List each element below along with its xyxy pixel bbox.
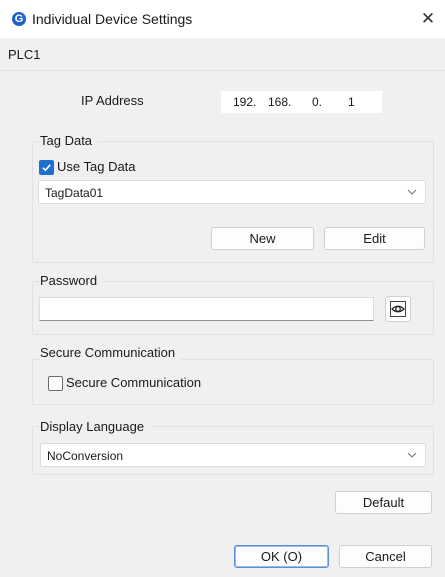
device-name: PLC1 [8, 47, 41, 62]
window-title: Individual Device Settings [32, 11, 193, 27]
use-tag-data-label: Use Tag Data [57, 159, 136, 174]
close-icon[interactable]: ✕ [418, 9, 438, 29]
eye-icon [390, 301, 406, 317]
ok-button[interactable]: OK (O) [234, 545, 329, 568]
chevron-down-icon [407, 189, 417, 195]
use-tag-data-checkbox[interactable] [39, 160, 54, 175]
title-bar: G Individual Device Settings ✕ [0, 0, 445, 38]
device-name-bar: PLC1 [0, 38, 445, 71]
edit-button[interactable]: Edit [324, 227, 425, 250]
tag-data-select[interactable]: TagData01 [38, 180, 426, 204]
app-logo-icon: G [12, 12, 26, 26]
display-language-selected-value: NoConversion [47, 449, 124, 463]
ip-octet-3[interactable]: 0. [312, 95, 322, 109]
checkmark-icon [42, 164, 51, 172]
ip-octet-1[interactable]: 192. [233, 95, 256, 109]
ip-address-field[interactable]: 192. 168. 0. 1 [221, 91, 382, 113]
secure-communication-checkbox[interactable] [48, 376, 63, 391]
tag-data-group-title: Tag Data [40, 133, 99, 148]
secure-communication-label: Secure Communication [66, 375, 202, 390]
default-button[interactable]: Default [335, 491, 432, 514]
show-password-button[interactable] [385, 296, 411, 322]
cancel-button[interactable]: Cancel [339, 545, 432, 568]
chevron-down-icon [407, 452, 417, 458]
ip-address-label: IP Address [81, 93, 144, 108]
display-language-group-title: Display Language [40, 419, 151, 434]
new-button[interactable]: New [211, 227, 314, 250]
tag-data-selected-value: TagData01 [45, 186, 104, 200]
ip-octet-2[interactable]: 168. [268, 95, 291, 109]
password-input[interactable] [39, 297, 374, 321]
ip-octet-4[interactable]: 1 [348, 95, 355, 109]
password-group-title: Password [40, 273, 104, 288]
secure-communication-group-title: Secure Communication [40, 345, 182, 360]
display-language-select[interactable]: NoConversion [40, 443, 426, 467]
